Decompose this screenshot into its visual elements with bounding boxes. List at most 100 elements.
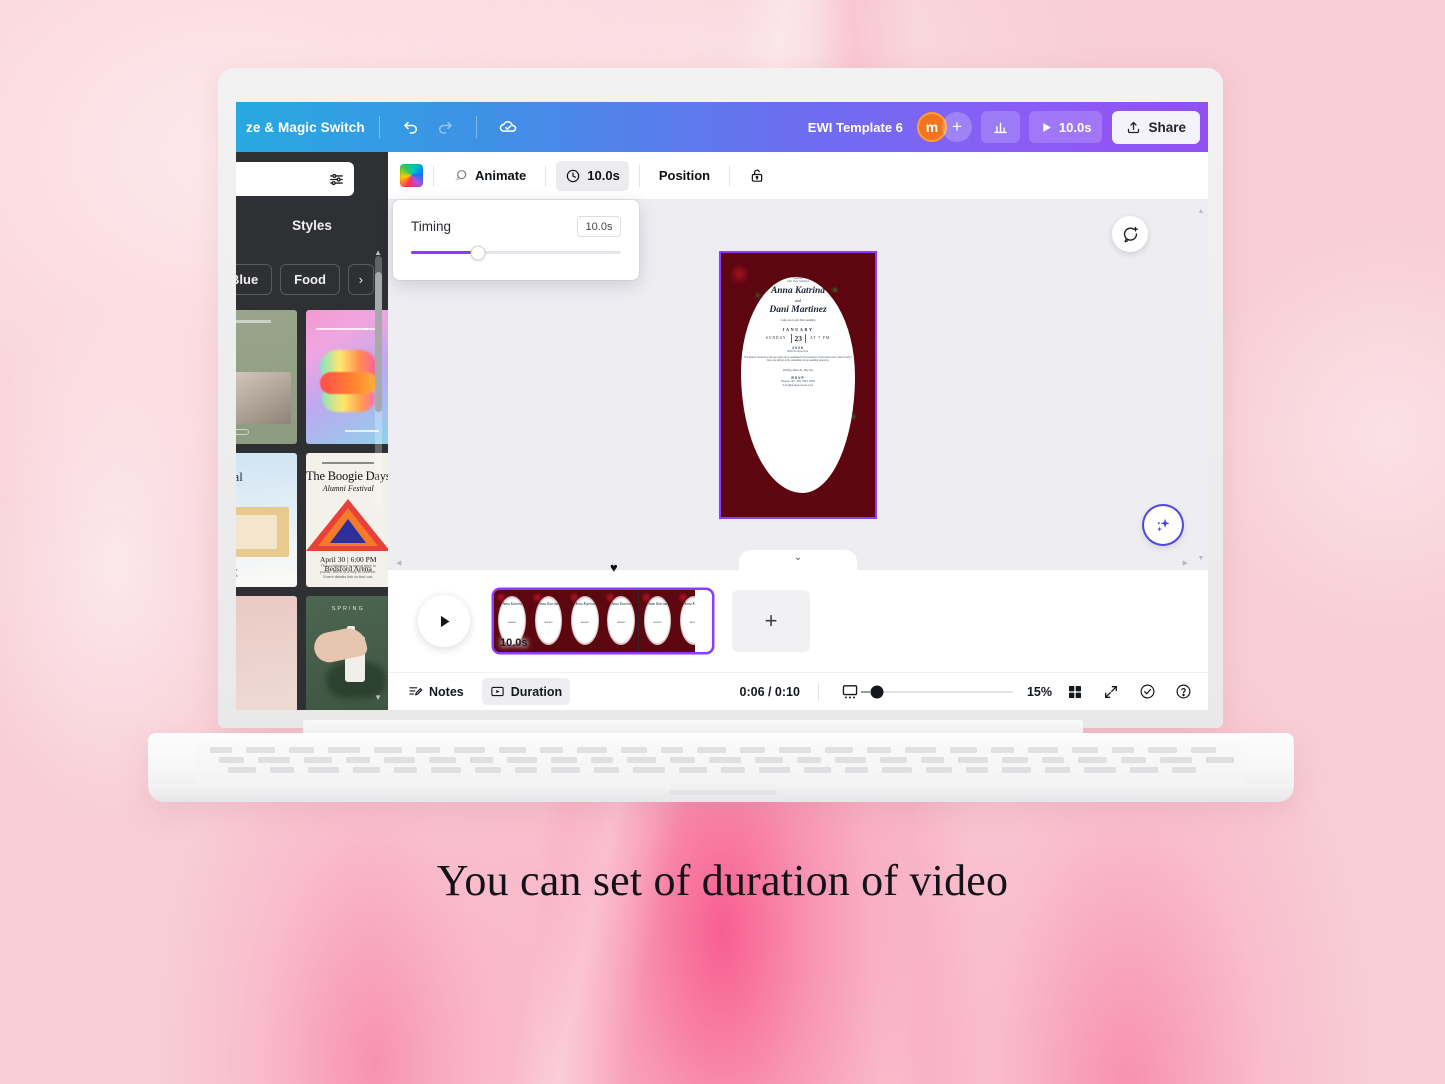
timeline-playhead[interactable] [637,590,640,652]
play-button[interactable] [418,595,470,647]
app-topbar: ze & Magic Switch EWI Template 6 m + 10.… [236,102,1208,152]
invitation-bride-name: Anna Katrina [770,285,826,296]
timing-slider-knob[interactable] [471,246,485,259]
add-scene-button[interactable]: + [732,590,810,652]
timeline-collapse-button[interactable]: ⌄ [739,550,857,572]
chip-food[interactable]: Food [280,264,340,295]
cloud-saved-icon[interactable] [491,112,525,142]
laptop-mockup: ze & Magic Switch EWI Template 6 m + 10.… [0,0,1445,820]
present-icon[interactable] [837,679,863,705]
invitation-groom-name: Dani Martinez [769,304,827,315]
analytics-icon[interactable] [980,111,1020,143]
caption-text: You can set of duration of video [436,856,1009,905]
expand-icon[interactable] [1098,679,1124,705]
timing-value-label: 10.0s [587,168,620,183]
timing-slider[interactable] [411,246,621,259]
color-swatch[interactable] [400,164,423,187]
preview-play-button[interactable]: 10.0s [1028,111,1103,143]
design-editor-app: ze & Magic Switch EWI Template 6 m + 10.… [236,102,1208,710]
scene-frame-sub: JANUARY [507,622,517,625]
thumb-title: SPRING [331,606,365,612]
timeline-scene[interactable]: Anna Katrina JANUARY Anna Katrina JANUAR… [494,590,712,652]
scene-frame: Anna Katrina JANUARY [602,590,640,652]
scene-frame-title: Anna Katrina [611,602,631,607]
styles-sidebar: Styles Blue Food › lan [236,152,388,710]
sidebar-scrollbar[interactable] [375,256,382,506]
thumb-footer: The BoogieDays Event [236,567,291,579]
chips-next-icon[interactable]: › [347,264,374,295]
style-filter-chips: Blue Food › [236,264,374,295]
scroll-up-icon[interactable]: ▲ [1197,208,1205,215]
statusbar-divider [817,682,819,701]
position-button[interactable]: Position [650,161,719,191]
topbar-left-title: ze & Magic Switch [246,119,365,135]
timing-value-input[interactable]: 10.0s [577,216,621,237]
canvas-vertical-scrollbar[interactable]: ▲ ▼ [1197,208,1205,562]
scene-duration-label: 10.0s [500,637,528,649]
thumb-title: rival [236,469,243,484]
keyboard-row [196,747,1246,754]
toolbar-divider-2 [545,164,547,187]
help-circle-icon[interactable] [1170,679,1196,705]
notes-button[interactable]: Notes [400,678,472,705]
scene-frame: Anna Katrina JANUARY [530,590,567,652]
duration-button[interactable]: Duration [481,678,571,705]
list-item[interactable] [236,596,297,710]
list-item[interactable]: rival The BoogieDays Event [236,453,297,587]
invitation-time: AT 7 PM [810,336,831,341]
selected-design-element[interactable]: Together with their families Anna Katrin… [721,253,875,517]
list-item[interactable]: lan [236,310,297,444]
preview-duration-label: 10.0s [1058,119,1092,135]
toolbar-divider-4 [729,164,731,187]
filter-sliders-icon[interactable] [328,171,345,188]
invitation-month: JANUARY [782,326,814,332]
timing-popup: Timing 10.0s [393,200,639,280]
topbar-divider-2 [475,116,477,138]
timeline-marker-icon: ♥ [610,560,618,575]
undo-icon[interactable] [394,112,428,142]
chevron-down-icon: ⌄ [793,552,803,563]
zoom-slider-knob[interactable] [870,685,884,698]
zoom-slider[interactable] [860,685,1013,698]
thumb-footer: The confidence is being kept in public, … [320,563,377,580]
thumb-decor [315,328,368,330]
keyboard-row [196,757,1246,764]
scene-frame: Anna Katrina JANUARY [566,590,603,652]
scroll-down-icon[interactable]: ▼ [374,693,382,702]
keyboard-row [196,767,1246,774]
scene-frame-title: Anna Katrina [502,602,522,607]
scroll-right-icon[interactable]: ▶ [1183,559,1188,567]
timing-button[interactable]: 10.0s [556,160,629,191]
scene-frame-title: Anna Katrina [647,602,668,607]
lock-icon[interactable] [740,161,774,191]
zoom-percent-label[interactable]: 15% [1027,685,1052,699]
search-input[interactable] [236,162,354,196]
scroll-down-icon[interactable]: ▼ [1197,555,1205,562]
animate-label: Animate [475,168,527,183]
magic-sparkle-icon[interactable] [1144,506,1182,544]
thumb-triangle-3 [330,519,367,543]
add-comment-icon[interactable] [1112,216,1148,252]
chip-blue[interactable]: Blue [236,264,273,295]
scroll-up-icon[interactable]: ▲ [374,248,382,257]
document-title[interactable]: EWI Template 6 [808,120,903,135]
share-button[interactable]: Share [1112,110,1200,144]
thumb-decor [345,430,379,432]
grid-view-icon[interactable] [1062,679,1088,705]
invitation-eyebrow-2: with their families [786,280,810,284]
redo-icon[interactable] [428,112,462,142]
add-collaborator-button[interactable]: + [941,112,972,142]
scene-frame-title: Anna Katrina [574,602,595,607]
thumb-decor [236,320,271,323]
laptop-keyboard [196,741,1246,785]
laptop-trackpad [668,790,777,795]
laptop-screen: ze & Magic Switch EWI Template 6 m + 10.… [236,102,1208,710]
invitation-date-row: SUNDAY 23 AT 7 PM [743,333,854,343]
status-bar: Notes Duration 0:06 / 0:10 15% [388,672,1208,710]
animate-button[interactable]: Animate [444,161,535,191]
invitation-weekday: SUNDAY [765,336,787,341]
check-circle-icon[interactable] [1134,679,1160,705]
invitation-text: Together with their families Anna Katrin… [743,277,854,387]
scene-frame-sub: JANUARY [544,622,553,625]
scroll-left-icon[interactable]: ◀ [396,559,401,567]
